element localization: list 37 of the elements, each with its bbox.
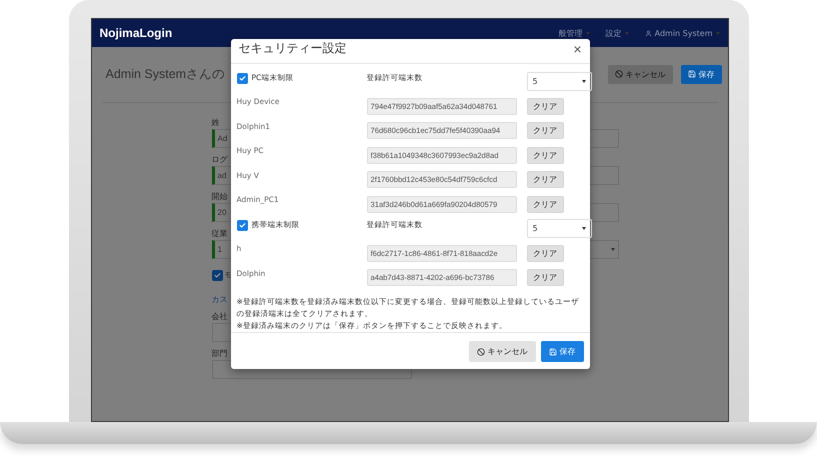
save-button[interactable]: 保存	[540, 341, 584, 362]
dialog-title: セキュリティー設定	[238, 40, 346, 58]
close-button[interactable]: ×	[573, 40, 582, 57]
ban-icon	[614, 70, 622, 78]
clear-button[interactable]: クリア	[526, 196, 564, 213]
cancel-button[interactable]: キャンセル	[468, 341, 536, 362]
nav-menu[interactable]: Admin System	[644, 28, 720, 39]
checkbox[interactable]	[236, 72, 248, 84]
clear-button[interactable]: クリア	[526, 269, 564, 286]
check-icon	[238, 74, 246, 82]
check-icon	[238, 222, 246, 228]
checkbox[interactable]	[212, 270, 222, 281]
limit-select[interactable]: 5	[526, 219, 592, 238]
nav-menu[interactable]: 般管理	[558, 28, 590, 39]
field-label: 会社	[212, 311, 228, 321]
field-label: 姓	[212, 117, 220, 127]
nav-menu[interactable]: 設定	[606, 28, 629, 39]
clear-button[interactable]: クリア	[526, 244, 564, 262]
clear-button[interactable]: クリア	[526, 122, 564, 140]
logo: NojimaLogin	[100, 26, 172, 40]
save-button[interactable]: 保存	[680, 64, 722, 84]
clear-button[interactable]: クリア	[526, 146, 564, 164]
user-icon	[644, 30, 652, 37]
field-label: 部門	[212, 348, 228, 358]
cancel-button[interactable]: キャンセル	[608, 64, 672, 84]
field-label: 従業	[212, 228, 228, 238]
clear-button[interactable]: クリア	[526, 98, 564, 115]
clear-button[interactable]: クリア	[526, 171, 564, 188]
limit-select[interactable]: 5	[526, 72, 592, 92]
checkbox[interactable]	[236, 220, 248, 230]
save-icon	[548, 348, 556, 356]
page-title: Admin Systemさんの	[106, 66, 226, 82]
field-label: 開始	[212, 191, 228, 201]
ban-icon	[476, 348, 484, 356]
check-icon	[214, 272, 220, 279]
field-label: ログ	[212, 154, 228, 164]
save-icon	[688, 70, 696, 78]
